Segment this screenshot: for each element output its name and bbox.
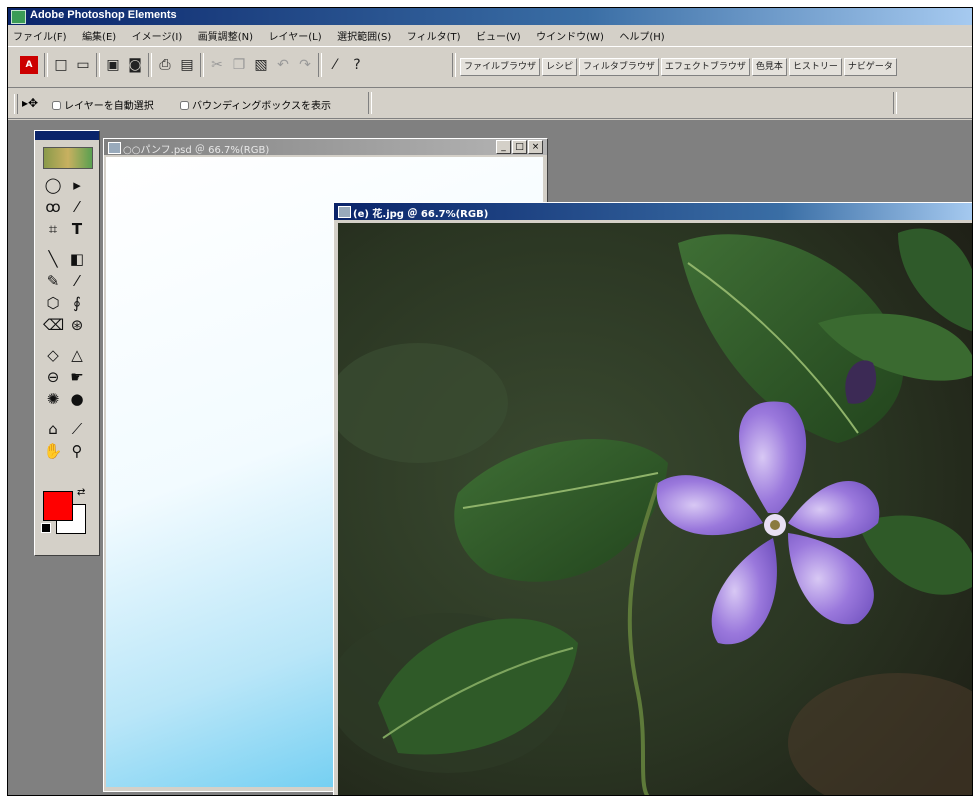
- open-icon[interactable]: ▭: [74, 56, 92, 74]
- menu-bar: ファイル(F) 編集(E) イメージ(I) 画質調整(N) レイヤー(L) 選択…: [8, 26, 972, 45]
- custom-shape-icon[interactable]: ⌂: [43, 419, 63, 439]
- type-tool-icon[interactable]: T: [67, 219, 87, 239]
- menu-view[interactable]: ビュー(V): [471, 26, 528, 43]
- workspace: ◯ ▸ ꝏ ⁄ ⌗ T ╲ ◧ ✎ ⁄ ⬡ ∮ ⌫ ⊛ ◇ △ ⊖ ☛ ✺ ● …: [8, 120, 972, 795]
- toolbar-separator: [318, 53, 322, 77]
- flower-photo[interactable]: [338, 223, 973, 796]
- document-titlebar[interactable]: (e) 花.jpg ＠ 66.7%(RGB): [334, 203, 972, 220]
- new-icon[interactable]: □: [52, 56, 70, 74]
- options-divider: [893, 92, 897, 114]
- menu-image[interactable]: イメージ(I): [127, 26, 190, 43]
- magic-wand-icon[interactable]: ⁄: [67, 197, 87, 217]
- crop-tool-icon[interactable]: ⌗: [43, 219, 63, 239]
- print-preview-icon[interactable]: ▤: [178, 56, 196, 74]
- clone-stamp-icon[interactable]: ⊛: [67, 315, 87, 335]
- window-controls: _ □ ×: [495, 140, 543, 154]
- menu-help[interactable]: ヘルプ(H): [614, 26, 671, 43]
- toolbar-separator: [96, 53, 100, 77]
- move-tool-icon: ▸✥: [22, 96, 39, 110]
- swap-colors-icon[interactable]: ⇄: [77, 487, 85, 498]
- blur-tool-icon[interactable]: ◇: [43, 345, 63, 365]
- copy-icon[interactable]: ❐: [230, 56, 248, 74]
- menu-edit[interactable]: 編集(E): [77, 26, 123, 43]
- options-grip[interactable]: [14, 94, 18, 114]
- impressionist-brush-icon[interactable]: ∮: [67, 293, 87, 313]
- gradient-tool-icon[interactable]: ◧: [67, 249, 87, 269]
- tab-recipes[interactable]: レシピ: [542, 58, 578, 76]
- menu-enhance[interactable]: 画質調整(N): [193, 26, 260, 43]
- default-colors-icon[interactable]: [41, 523, 51, 533]
- document-title: (e) 花.jpg ＠ 66.7%(RGB): [353, 209, 489, 220]
- marquee-tool-icon[interactable]: ◯: [43, 175, 63, 195]
- maximize-icon[interactable]: □: [512, 140, 527, 154]
- paste-icon[interactable]: ▧: [252, 56, 270, 74]
- show-bounding-box-option[interactable]: バウンディングボックスを表示: [180, 97, 331, 112]
- brush-icon[interactable]: ⁄: [326, 56, 344, 74]
- dodge-tool-icon[interactable]: ●: [67, 389, 87, 409]
- menu-window[interactable]: ウインドウ(W): [531, 26, 611, 43]
- show-bounding-box-label: バウンディングボックスを表示: [192, 101, 331, 112]
- app-title: Adobe Photoshop Elements: [30, 9, 177, 21]
- show-bounding-box-checkbox[interactable]: [180, 101, 189, 110]
- brush-tool-icon[interactable]: ⁄: [67, 271, 87, 291]
- undo-icon[interactable]: ↶: [274, 56, 292, 74]
- redo-icon[interactable]: ↷: [296, 56, 314, 74]
- cut-icon[interactable]: ✂: [208, 56, 226, 74]
- options-bar: ▸✥ レイヤーを自動選択 バウンディングボックスを表示: [8, 88, 972, 119]
- line-tool-icon[interactable]: ╲: [43, 249, 63, 269]
- eyedropper-icon[interactable]: ⟋: [67, 419, 87, 439]
- save-for-web-icon[interactable]: ◙: [126, 56, 144, 74]
- print-icon[interactable]: ⎙: [156, 56, 174, 74]
- palette-well: ファイルブラウザ レシピ フィルタブラウザ エフェクトブラウザ 色見本 ヒストリー ナビゲー…: [460, 58, 899, 76]
- paint-bucket-icon[interactable]: ⬡: [43, 293, 63, 313]
- tab-swatches[interactable]: 色見本: [751, 58, 787, 76]
- lasso-tool-icon[interactable]: ꝏ: [43, 197, 63, 217]
- toolbox: ◯ ▸ ꝏ ⁄ ⌗ T ╲ ◧ ✎ ⁄ ⬡ ∮ ⌫ ⊛ ◇ △ ⊖ ☛ ✺ ● …: [34, 130, 100, 556]
- pencil-tool-icon[interactable]: ✎: [43, 271, 63, 291]
- sponge-tool-icon[interactable]: ⊖: [43, 367, 63, 387]
- document-title: ○○パンフ.psd ＠ 66.7%(RGB): [123, 145, 270, 156]
- hand-tool-icon[interactable]: ✋: [43, 441, 63, 461]
- tab-navigator[interactable]: ナビゲータ: [843, 58, 897, 76]
- close-icon[interactable]: ×: [528, 140, 543, 154]
- zoom-tool-icon[interactable]: ⚲: [67, 441, 87, 461]
- options-divider: [368, 92, 372, 114]
- toolbar-separator: [148, 53, 152, 77]
- menu-file[interactable]: ファイル(F): [8, 26, 74, 43]
- move-tool-icon[interactable]: ▸: [67, 175, 87, 195]
- save-icon[interactable]: ▣: [104, 56, 122, 74]
- auto-select-layer-label: レイヤーを自動選択: [64, 101, 154, 112]
- app-titlebar: Adobe Photoshop Elements: [8, 8, 972, 25]
- app-window: Adobe Photoshop Elements ファイル(F) 編集(E) イ…: [7, 7, 973, 796]
- toolbox-logo[interactable]: [43, 147, 93, 169]
- tab-filter-browser[interactable]: フィルタブラウザ: [579, 58, 659, 76]
- foreground-color-swatch[interactable]: [43, 491, 73, 521]
- eraser-tool-icon[interactable]: ⌫: [43, 315, 64, 335]
- document-icon: [108, 142, 121, 154]
- minimize-icon[interactable]: _: [496, 140, 511, 154]
- app-icon: [11, 10, 26, 24]
- toolbar-separator: [452, 53, 456, 77]
- document-icon: [338, 206, 351, 218]
- smudge-tool-icon[interactable]: ☛: [67, 367, 87, 387]
- sharpen-tool-icon[interactable]: △: [67, 345, 87, 365]
- tab-file-browser[interactable]: ファイルブラウザ: [460, 58, 541, 76]
- tab-effects-browser[interactable]: エフェクトブラウザ: [660, 58, 750, 76]
- menu-filter[interactable]: フィルタ(T): [402, 26, 468, 43]
- toolbar-separator: [200, 53, 204, 77]
- toolbox-titlebar[interactable]: [35, 131, 99, 140]
- menu-layer[interactable]: レイヤー(L): [264, 26, 329, 43]
- shortcuts-toolbar: A □ ▭ ▣ ◙ ⎙ ▤ ✂ ❐ ▧ ↶ ↷ ⁄ ? ファイルブラウザ レシピフ…: [8, 46, 972, 88]
- menu-select[interactable]: 選択範囲(S): [332, 26, 398, 43]
- help-icon[interactable]: ?: [348, 56, 366, 74]
- document-titlebar[interactable]: ○○パンフ.psd ＠ 66.7%(RGB) _ □ ×: [104, 139, 547, 156]
- auto-select-layer-checkbox[interactable]: [52, 101, 61, 110]
- tab-history[interactable]: ヒストリー: [788, 58, 842, 76]
- auto-select-layer-option[interactable]: レイヤーを自動選択: [52, 97, 154, 112]
- toolbar-separator: [44, 53, 48, 77]
- adobe-logo-icon[interactable]: A: [20, 56, 38, 74]
- red-eye-tool-icon[interactable]: ✺: [43, 389, 63, 409]
- document-window-flower[interactable]: (e) 花.jpg ＠ 66.7%(RGB): [333, 202, 973, 796]
